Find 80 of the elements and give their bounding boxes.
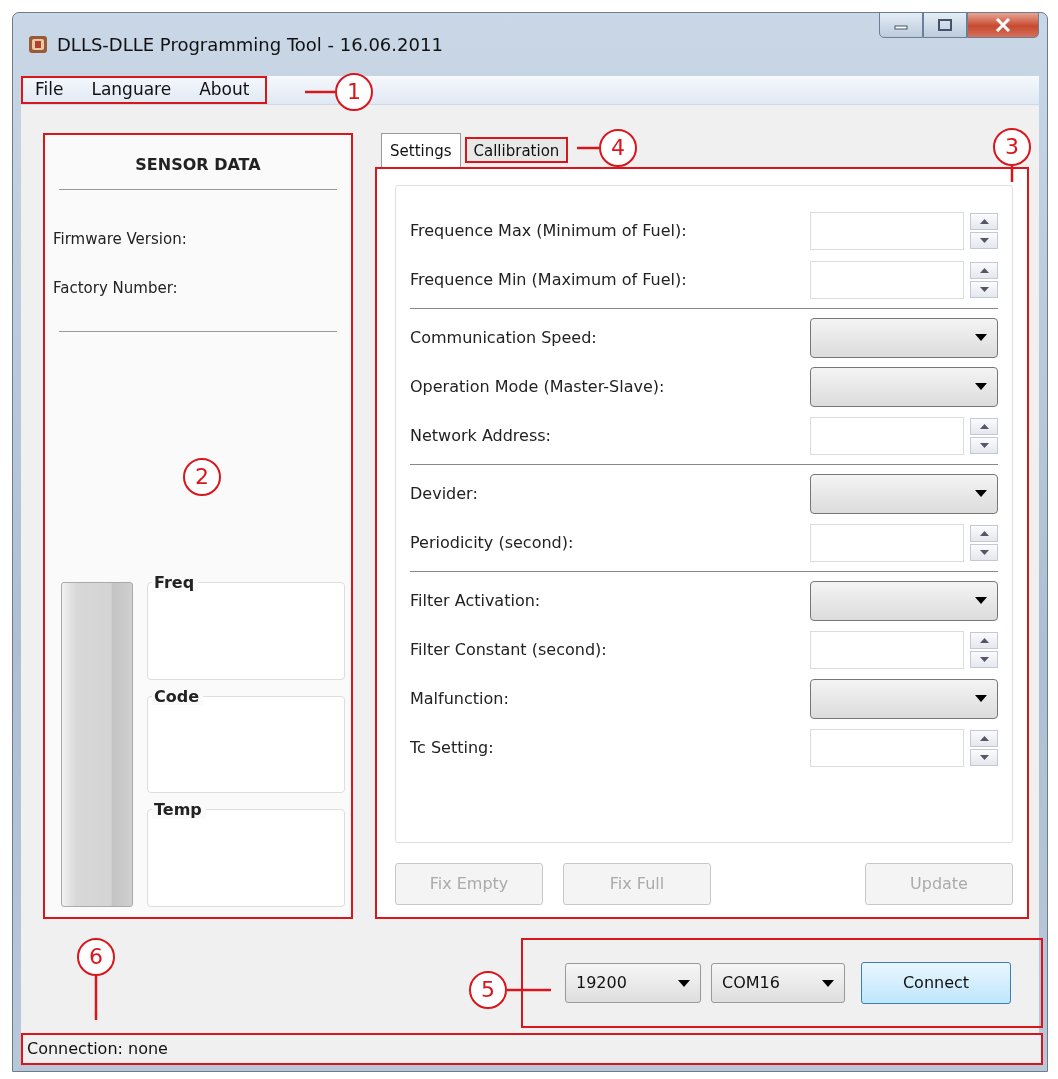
input-field[interactable] bbox=[810, 416, 964, 455]
menu-item[interactable]: About bbox=[187, 77, 266, 103]
down-arrow-icon bbox=[979, 442, 989, 448]
spin-down-button[interactable] bbox=[970, 436, 998, 454]
up-arrow-icon bbox=[979, 267, 989, 273]
spin-up-button[interactable] bbox=[970, 261, 998, 279]
window-title: DLLS-DLLE Programming Tool - 16.06.2011 bbox=[57, 32, 443, 57]
input-field[interactable] bbox=[810, 728, 964, 767]
down-arrow-icon bbox=[979, 549, 989, 555]
menu-item[interactable]: File bbox=[23, 77, 80, 103]
group-title: Freq bbox=[152, 574, 199, 592]
up-arrow-icon bbox=[979, 530, 989, 536]
panel-title: SENSOR DATA bbox=[134, 154, 262, 176]
caret-icon bbox=[975, 597, 987, 604]
setting-label: Filter Constant (second): bbox=[410, 638, 607, 661]
up-arrow-icon bbox=[979, 637, 989, 643]
field-label: Firmware Version: bbox=[52, 229, 188, 250]
spin-down-button[interactable] bbox=[970, 748, 998, 766]
setting-label: Operation Mode (Master-Slave): bbox=[410, 375, 665, 398]
dropdown-value: COM16 bbox=[722, 972, 781, 994]
leader-line bbox=[577, 146, 599, 150]
spin-down-button[interactable] bbox=[970, 543, 998, 561]
leader-line bbox=[94, 976, 98, 1020]
down-arrow-icon bbox=[979, 754, 989, 760]
down-arrow-icon bbox=[979, 286, 989, 292]
caret-icon bbox=[678, 979, 690, 987]
dropdown[interactable] bbox=[810, 580, 998, 621]
input-field[interactable] bbox=[810, 260, 964, 299]
spin-up-button[interactable] bbox=[970, 417, 998, 435]
input-field[interactable] bbox=[810, 523, 964, 562]
tab[interactable]: Callibration bbox=[464, 137, 569, 163]
dropdown[interactable] bbox=[810, 678, 998, 719]
setting-label: Malfunction: bbox=[410, 687, 509, 710]
group-title: Temp bbox=[152, 801, 206, 819]
spin-down-button[interactable] bbox=[970, 280, 998, 298]
up-arrow-icon bbox=[979, 735, 989, 741]
setting-label: Communication Speed: bbox=[410, 326, 597, 349]
minimize-button[interactable] bbox=[879, 12, 923, 38]
spin-up-button[interactable] bbox=[970, 631, 998, 649]
caret-icon bbox=[975, 383, 987, 390]
caret-icon bbox=[975, 334, 987, 341]
status-text: Connection: none bbox=[27, 1038, 168, 1060]
maximize-icon bbox=[938, 19, 952, 31]
down-arrow-icon bbox=[979, 656, 989, 662]
setting-label: Periodicity (second): bbox=[410, 531, 574, 554]
tab[interactable]: Settings bbox=[381, 133, 461, 167]
spin-down-button[interactable] bbox=[970, 231, 998, 249]
close-icon bbox=[995, 18, 1011, 32]
app-icon bbox=[27, 33, 49, 56]
caret-icon bbox=[975, 490, 987, 497]
up-arrow-icon bbox=[979, 423, 989, 429]
caret-icon bbox=[975, 695, 987, 702]
input-field[interactable] bbox=[810, 211, 964, 250]
spin-up-button[interactable] bbox=[970, 524, 998, 542]
dropdown[interactable]: COM16 bbox=[711, 963, 845, 1003]
dropdown[interactable] bbox=[810, 317, 998, 358]
caret-icon bbox=[822, 979, 834, 987]
dropdown[interactable] bbox=[810, 473, 998, 514]
spin-down-button[interactable] bbox=[970, 650, 998, 668]
dropdown[interactable] bbox=[810, 366, 998, 407]
setting-label: Devider: bbox=[410, 482, 478, 505]
setting-label: Filter Activation: bbox=[410, 589, 541, 612]
setting-label: Frequence Max (Minimum of Fuel): bbox=[410, 219, 687, 242]
maximize-button[interactable] bbox=[923, 12, 967, 38]
up-arrow-icon bbox=[979, 218, 989, 224]
setting-label: Tc Setting: bbox=[410, 736, 494, 759]
connect-button[interactable]: Connect bbox=[861, 962, 1011, 1004]
leader-line bbox=[305, 90, 335, 94]
spin-up-button[interactable] bbox=[970, 212, 998, 230]
setting-label: Network Address: bbox=[410, 424, 551, 447]
group-title: Code bbox=[152, 687, 204, 706]
input-field[interactable] bbox=[810, 630, 964, 669]
spin-up-button[interactable] bbox=[970, 729, 998, 747]
menu-item[interactable]: Languare bbox=[79, 77, 188, 103]
close-button[interactable] bbox=[967, 12, 1039, 38]
field-label: Factory Number: bbox=[52, 277, 179, 299]
down-arrow-icon bbox=[979, 237, 989, 243]
setting-label: Frequence Min (Maximum of Fuel): bbox=[410, 268, 687, 291]
dropdown-value: 19200 bbox=[576, 972, 628, 994]
dropdown[interactable]: 19200 bbox=[565, 963, 701, 1003]
